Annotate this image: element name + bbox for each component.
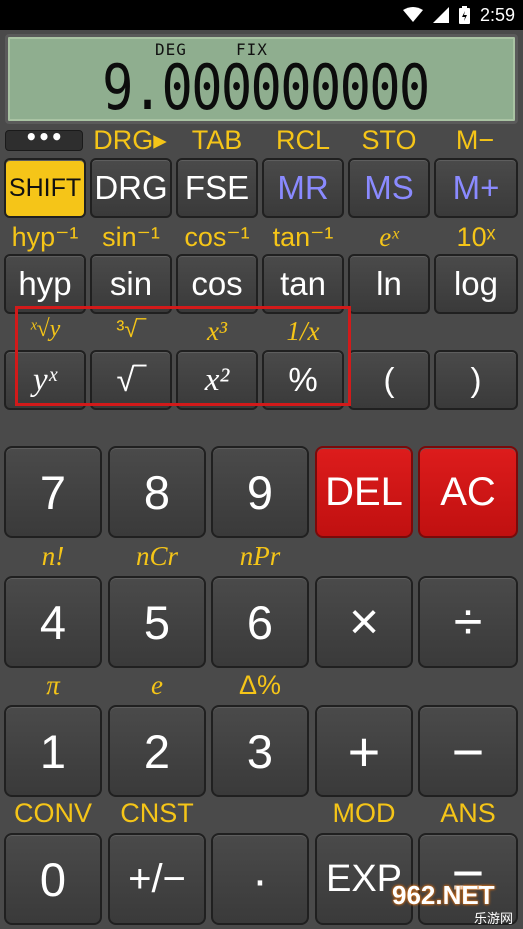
label-reciprocal: 1/x xyxy=(286,316,320,346)
digit-1-button[interactable]: 1 xyxy=(4,705,102,797)
percent-button[interactable]: % xyxy=(262,350,344,410)
multiply-button[interactable]: × xyxy=(315,576,413,668)
label-pi: π xyxy=(46,670,60,700)
label-rcl: RCL xyxy=(275,125,330,155)
cos-button[interactable]: cos xyxy=(176,254,258,314)
label-tan-inverse: tan⁻¹ xyxy=(272,222,334,252)
label-cos-inverse: cos⁻¹ xyxy=(184,222,250,252)
delete-button[interactable]: DEL xyxy=(315,446,413,538)
label-npr: nPr xyxy=(239,541,281,571)
label-cube-root: ³√‾ xyxy=(116,316,146,343)
digit-3-button[interactable]: 3 xyxy=(211,705,309,797)
label-e: e xyxy=(151,670,163,700)
digit-4-button[interactable]: 4 xyxy=(4,576,102,668)
label-sto: STO xyxy=(361,125,417,155)
label-e-power-x: eˣ xyxy=(379,222,399,252)
watermark-logo: 962.NET 乐游网 xyxy=(392,880,517,927)
ln-button[interactable]: ln xyxy=(348,254,430,314)
tan-button[interactable]: tan xyxy=(262,254,344,314)
label-hyp-inverse: hyp⁻¹ xyxy=(11,222,79,252)
digit-2-button[interactable]: 2 xyxy=(108,705,206,797)
square-root-button[interactable]: √‾ xyxy=(90,350,172,410)
label-ncr: nCr xyxy=(135,541,179,571)
battery-icon xyxy=(458,6,470,24)
watermark-brand: 962.NET xyxy=(392,880,495,910)
sign-toggle-button[interactable]: +/− xyxy=(108,833,206,925)
power-button[interactable]: yˣ xyxy=(4,350,86,410)
digit-0-button[interactable]: 0 xyxy=(4,833,102,925)
mr-button[interactable]: MR xyxy=(262,158,344,218)
close-paren-button[interactable]: ) xyxy=(434,350,518,410)
clock: 2:59 xyxy=(479,4,515,25)
menu-button[interactable]: ••• xyxy=(5,127,83,151)
label-drg-arrow: DRG▸ xyxy=(93,125,167,155)
label-xth-root-y: ˣ√y xyxy=(29,316,61,342)
digit-6-button[interactable]: 6 xyxy=(211,576,309,668)
digit-8-button[interactable]: 8 xyxy=(108,446,206,538)
calculator-display: DEG FIX 9.000000000 xyxy=(5,34,518,124)
label-delta-percent: Δ% xyxy=(238,670,282,700)
minus-button[interactable]: − xyxy=(418,705,518,797)
fse-button[interactable]: FSE xyxy=(176,158,258,218)
label-ans: ANS xyxy=(440,798,496,828)
divide-button[interactable]: ÷ xyxy=(418,576,518,668)
label-x-cubed: x³ xyxy=(206,316,228,346)
label-sin-inverse: sin⁻¹ xyxy=(102,222,160,252)
m-plus-button[interactable]: M+ xyxy=(434,158,518,218)
label-tab: TAB xyxy=(191,125,243,155)
label-conv: CONV xyxy=(13,798,92,828)
label-ten-power-x: 10ˣ xyxy=(456,222,496,252)
label-factorial: n! xyxy=(41,541,65,571)
digit-7-button[interactable]: 7 xyxy=(4,446,102,538)
square-button-label: x² xyxy=(204,361,230,398)
watermark-sub: 乐游网 xyxy=(473,912,513,927)
all-clear-button[interactable]: AC xyxy=(418,446,518,538)
plus-button[interactable]: + xyxy=(315,705,413,797)
label-mod: MOD xyxy=(332,798,396,828)
status-bar: 2:59 xyxy=(0,0,523,30)
ms-button[interactable]: MS xyxy=(348,158,430,218)
display-value: 9.000000000 xyxy=(102,51,431,124)
decimal-point-button[interactable]: · xyxy=(211,833,309,925)
power-button-label: yˣ xyxy=(33,361,57,398)
digit-5-button[interactable]: 5 xyxy=(108,576,206,668)
log-button[interactable]: log xyxy=(434,254,518,314)
wifi-icon xyxy=(402,7,423,23)
square-button[interactable]: x² xyxy=(176,350,258,410)
hyp-button[interactable]: hyp xyxy=(4,254,86,314)
open-paren-button[interactable]: ( xyxy=(348,350,430,410)
label-cnst: CNST xyxy=(120,798,194,828)
sin-button[interactable]: sin xyxy=(90,254,172,314)
digit-9-button[interactable]: 9 xyxy=(211,446,309,538)
drg-button[interactable]: DRG xyxy=(90,158,172,218)
label-m-minus: M− xyxy=(455,125,495,155)
signal-icon xyxy=(432,7,449,23)
shift-button[interactable]: SHIFT xyxy=(4,158,86,218)
